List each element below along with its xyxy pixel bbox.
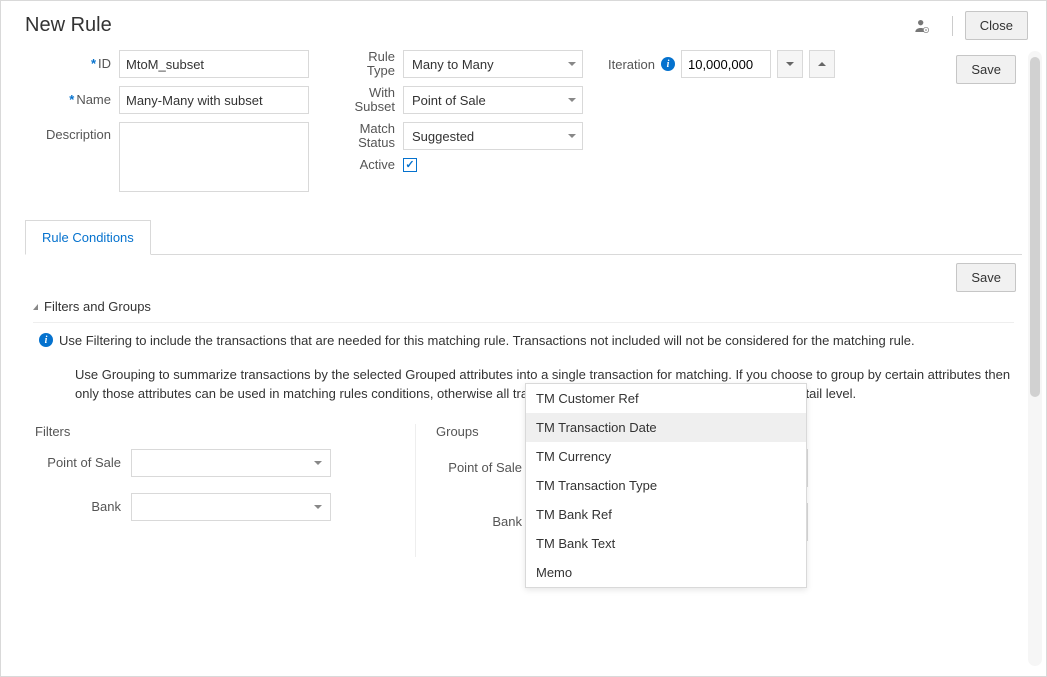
- dropdown-option[interactable]: Memo: [526, 558, 806, 587]
- ruletype-label: Rule Type: [367, 49, 395, 78]
- dialog-title: New Rule: [25, 14, 112, 37]
- ruletype-select[interactable]: Many to Many: [403, 50, 583, 78]
- iteration-decrement[interactable]: [777, 50, 803, 78]
- tab-body: Save Filters and Groups i Use Filtering …: [25, 255, 1022, 577]
- groups-bank-label: Bank: [436, 514, 532, 529]
- close-button[interactable]: Close: [965, 11, 1028, 40]
- scrollbar-thumb[interactable]: [1030, 57, 1040, 397]
- header-divider: [952, 16, 953, 36]
- active-checkbox[interactable]: ✓: [403, 158, 417, 172]
- id-input[interactable]: [119, 50, 309, 78]
- dropdown-option[interactable]: TM Bank Text: [526, 529, 806, 558]
- scrollbar-track[interactable]: [1028, 51, 1042, 666]
- dialog-new-rule: New Rule Close *ID *Name Description: [0, 0, 1047, 677]
- dropdown-option[interactable]: TM Currency: [526, 442, 806, 471]
- iteration-label: Iteration: [608, 57, 655, 72]
- iteration-increment[interactable]: [809, 50, 835, 78]
- groups-pos-label: Point of Sale: [436, 460, 532, 475]
- dropdown-option[interactable]: TM Bank Ref: [526, 500, 806, 529]
- description-label: Description: [46, 127, 111, 142]
- matchstatus-select[interactable]: Suggested: [403, 122, 583, 150]
- dropdown-option[interactable]: TM Transaction Type: [526, 471, 806, 500]
- info-icon[interactable]: i: [661, 57, 675, 71]
- withsubset-value: Point of Sale: [412, 93, 486, 108]
- description-textarea[interactable]: [119, 122, 309, 192]
- filters-bank-label: Bank: [35, 499, 131, 514]
- id-label: ID: [98, 56, 111, 71]
- save-button-inner[interactable]: Save: [956, 263, 1016, 292]
- name-label: Name: [76, 92, 111, 107]
- chevron-down-icon: [568, 62, 576, 66]
- tabs: Rule Conditions: [25, 220, 1022, 255]
- dialog-header: New Rule Close: [1, 1, 1046, 40]
- withsubset-select[interactable]: Point of Sale: [403, 86, 583, 114]
- active-label: Active: [360, 157, 395, 172]
- filters-heading: Filters: [35, 424, 415, 439]
- iteration-input[interactable]: [681, 50, 771, 78]
- filters-groups-row: Filters Point of Sale Bank Groups Point …: [25, 424, 1022, 557]
- info-text-1: Use Filtering to include the transaction…: [59, 331, 1012, 351]
- check-icon: ✓: [405, 160, 414, 171]
- dropdown-option[interactable]: TM Customer Ref: [526, 384, 806, 413]
- filters-groups-title: Filters and Groups: [44, 299, 151, 314]
- chevron-down-icon: [314, 505, 322, 509]
- groups-pos-dropdown[interactable]: TM Customer RefTM Transaction DateTM Cur…: [525, 383, 807, 588]
- person-settings-icon[interactable]: [914, 18, 930, 34]
- tab-rule-conditions[interactable]: Rule Conditions: [25, 220, 151, 255]
- matchstatus-label: Match Status: [358, 121, 395, 150]
- chevron-down-icon: [314, 461, 322, 465]
- form-area: *ID *Name Description Rule Type Many to …: [1, 40, 1046, 200]
- chevron-down-icon: [568, 134, 576, 138]
- dropdown-option[interactable]: TM Transaction Date: [526, 413, 806, 442]
- name-input[interactable]: [119, 86, 309, 114]
- filters-pos-label: Point of Sale: [35, 455, 131, 470]
- disclosure-triangle-icon[interactable]: [33, 304, 38, 310]
- save-button-top[interactable]: Save: [956, 55, 1016, 84]
- matchstatus-value: Suggested: [412, 129, 474, 144]
- chevron-down-icon: [568, 98, 576, 102]
- filters-bank-select[interactable]: [131, 493, 331, 521]
- withsubset-label: With Subset: [355, 85, 395, 114]
- filters-pos-select[interactable]: [131, 449, 331, 477]
- info-icon: i: [39, 333, 53, 347]
- ruletype-value: Many to Many: [412, 57, 494, 72]
